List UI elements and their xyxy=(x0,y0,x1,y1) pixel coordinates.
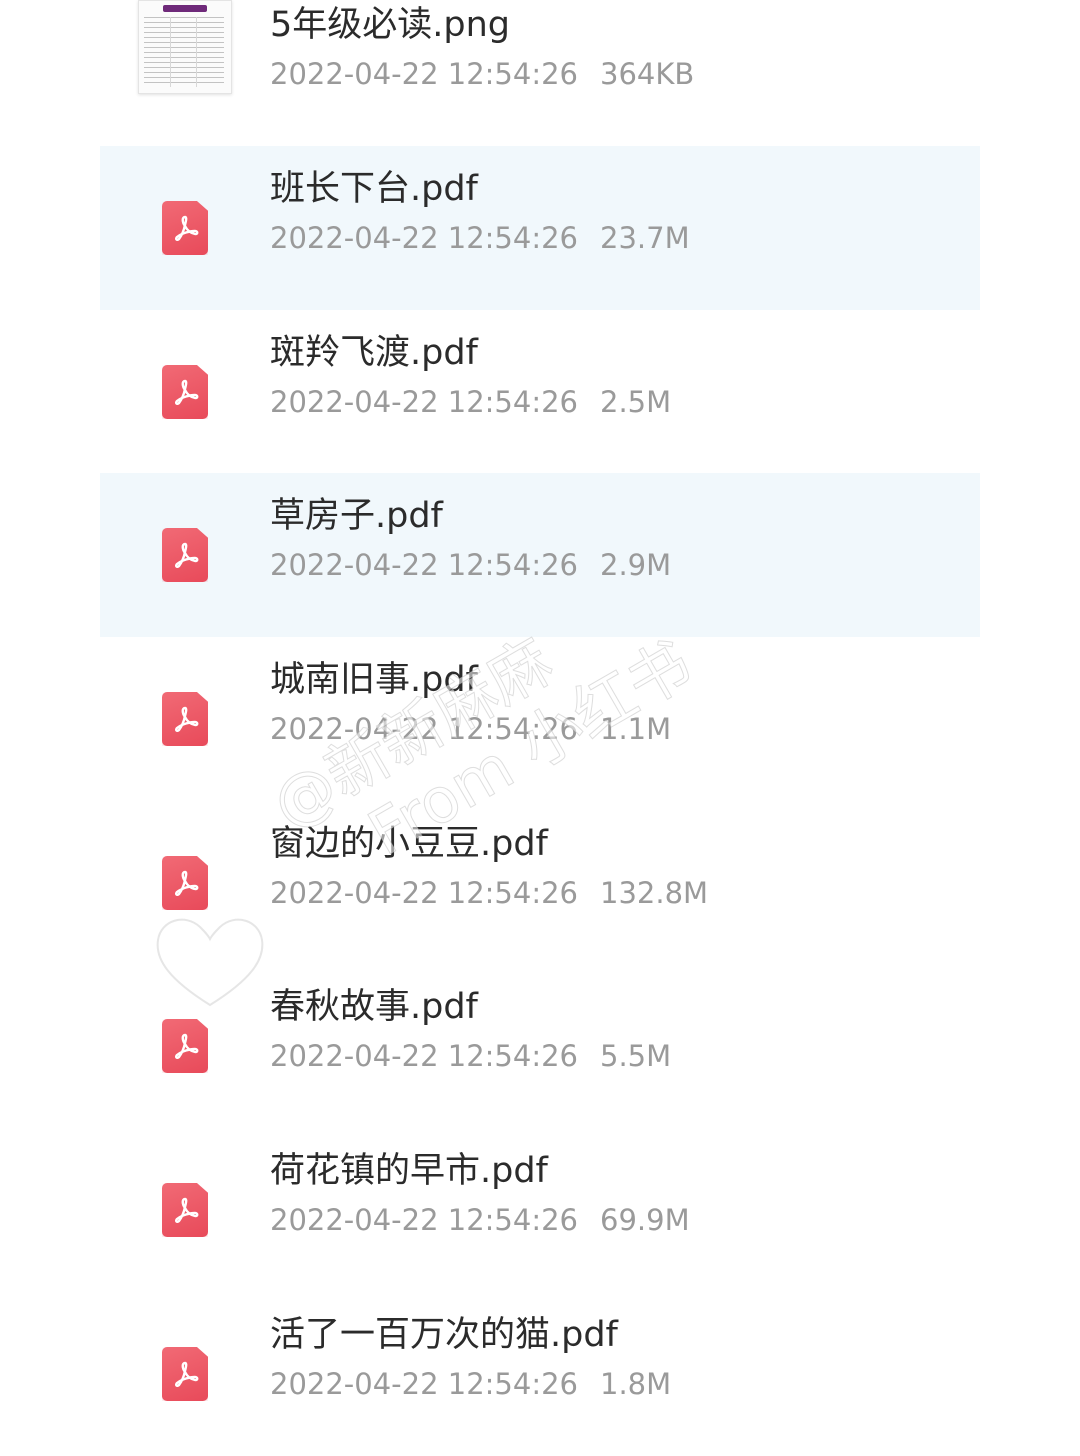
file-meta: 2022-04-22 12:54:26 364KB xyxy=(270,54,694,94)
file-size: 2.5M xyxy=(600,385,672,419)
file-list: 5年级必读.png 2022-04-22 12:54:26 364KB 班长下台.… xyxy=(0,0,1080,1439)
file-meta: 2022-04-22 12:54:26 132.8M xyxy=(270,873,708,913)
file-meta: 2022-04-22 12:54:26 69.9M xyxy=(270,1200,690,1240)
pdf-file-icon xyxy=(162,692,208,746)
file-name: 城南旧事.pdf xyxy=(270,660,478,700)
pdf-file-icon xyxy=(162,1019,208,1073)
pdf-file-icon xyxy=(162,1347,208,1401)
file-date: 2022-04-22 12:54:26 xyxy=(270,876,578,910)
file-row-1[interactable]: 班长下台.pdf 2022-04-22 12:54:26 23.7M xyxy=(100,146,980,310)
pdf-file-icon xyxy=(162,856,208,910)
file-meta: 2022-04-22 12:54:26 5.5M xyxy=(270,1036,671,1076)
file-date: 2022-04-22 12:54:26 xyxy=(270,1203,578,1237)
pdf-file-icon xyxy=(162,365,208,419)
file-meta: 2022-04-22 12:54:26 23.7M xyxy=(270,218,690,258)
file-meta: 2022-04-22 12:54:26 1.8M xyxy=(270,1364,671,1404)
file-name: 活了一百万次的猫.pdf xyxy=(270,1315,618,1355)
file-meta: 2022-04-22 12:54:26 2.5M xyxy=(270,382,671,422)
file-meta: 2022-04-22 12:54:26 1.1M xyxy=(270,709,671,749)
file-row-0[interactable]: 5年级必读.png 2022-04-22 12:54:26 364KB xyxy=(100,0,980,146)
file-date: 2022-04-22 12:54:26 xyxy=(270,57,578,91)
file-size: 2.9M xyxy=(600,548,672,582)
file-row-7[interactable]: 荷花镇的早市.pdf 2022-04-22 12:54:26 69.9M xyxy=(100,1128,980,1292)
file-date: 2022-04-22 12:54:26 xyxy=(270,1039,578,1073)
file-name: 春秋故事.pdf xyxy=(270,987,478,1027)
image-thumbnail-icon xyxy=(138,0,232,94)
file-size: 132.8M xyxy=(600,876,709,910)
file-name: 班长下台.pdf xyxy=(270,169,478,209)
file-date: 2022-04-22 12:54:26 xyxy=(270,1367,578,1401)
file-meta: 2022-04-22 12:54:26 2.9M xyxy=(270,545,671,585)
file-size: 1.8M xyxy=(600,1367,672,1401)
file-row-5[interactable]: 窗边的小豆豆.pdf 2022-04-22 12:54:26 132.8M xyxy=(100,801,980,965)
file-name: 5年级必读.png xyxy=(270,5,511,45)
file-row-8[interactable]: 活了一百万次的猫.pdf 2022-04-22 12:54:26 1.8M xyxy=(100,1292,980,1456)
file-date: 2022-04-22 12:54:26 xyxy=(270,712,578,746)
pdf-file-icon xyxy=(162,201,208,255)
file-name: 草房子.pdf xyxy=(270,496,443,536)
file-row-4[interactable]: 城南旧事.pdf 2022-04-22 12:54:26 1.1M xyxy=(100,637,980,801)
file-size: 23.7M xyxy=(600,221,690,255)
file-date: 2022-04-22 12:54:26 xyxy=(270,221,578,255)
file-size: 69.9M xyxy=(600,1203,690,1237)
file-row-6[interactable]: 春秋故事.pdf 2022-04-22 12:54:26 5.5M xyxy=(100,964,980,1128)
file-name: 窗边的小豆豆.pdf xyxy=(270,824,548,864)
file-name: 斑羚飞渡.pdf xyxy=(270,333,478,373)
file-size: 1.1M xyxy=(600,712,672,746)
file-row-3[interactable]: 草房子.pdf 2022-04-22 12:54:26 2.9M xyxy=(100,473,980,637)
file-size: 5.5M xyxy=(600,1039,672,1073)
file-date: 2022-04-22 12:54:26 xyxy=(270,548,578,582)
pdf-file-icon xyxy=(162,528,208,582)
file-name: 荷花镇的早市.pdf xyxy=(270,1151,548,1191)
pdf-file-icon xyxy=(162,1183,208,1237)
file-date: 2022-04-22 12:54:26 xyxy=(270,385,578,419)
file-size: 364KB xyxy=(600,57,695,91)
file-row-2[interactable]: 斑羚飞渡.pdf 2022-04-22 12:54:26 2.5M xyxy=(100,310,980,474)
